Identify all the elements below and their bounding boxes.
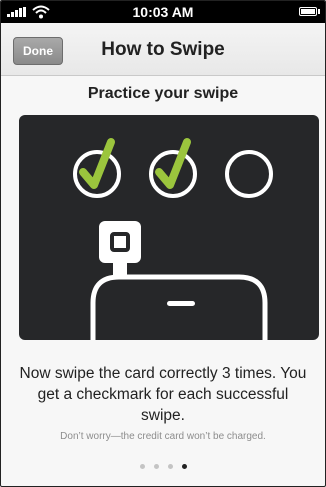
swipe-empty-icon — [225, 150, 273, 198]
section-subtitle: Practice your swipe — [87, 85, 239, 102]
phone-speaker — [167, 301, 195, 306]
instructions-text: Now swipe the card correctly 3 times. Yo… — [19, 365, 307, 424]
status-bar: 10:03 AM — [1, 1, 325, 23]
swipe-illustration — [19, 115, 319, 340]
swipe-checked-icon — [73, 138, 121, 198]
app-frame: 10:03 AM Done How to Swipe Practice your… — [0, 0, 326, 487]
page-dot[interactable] — [167, 464, 173, 469]
page-dot[interactable] — [139, 464, 145, 469]
status-time: 10:03 AM — [132, 4, 194, 20]
navigation-bar: Done How to Swipe — [1, 23, 325, 76]
card-reader-icon — [99, 221, 141, 263]
battery-nub — [318, 9, 320, 14]
phone-icon — [90, 274, 268, 340]
swipe-checked-icon — [149, 138, 197, 198]
page-indicator[interactable] — [1, 464, 325, 469]
done-button[interactable]: Done — [13, 37, 63, 65]
page-title: How to Swipe — [101, 39, 225, 60]
page-dot[interactable] — [153, 464, 159, 469]
swipe-illustration-graphic — [73, 138, 273, 340]
battery-icon — [299, 7, 317, 16]
charge-note: Don’t worry—the credit card won’t be cha… — [60, 431, 266, 442]
page-dot[interactable] — [181, 464, 187, 469]
